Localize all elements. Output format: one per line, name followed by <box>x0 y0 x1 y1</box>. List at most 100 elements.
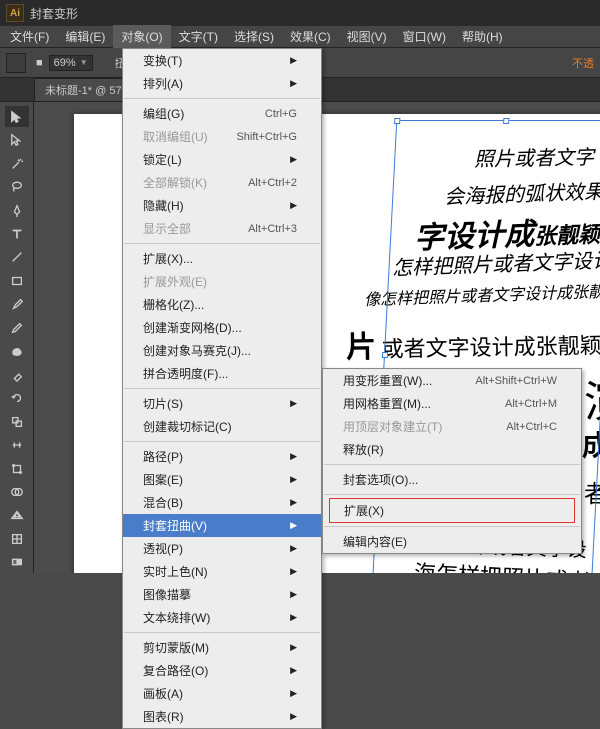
submenu-arrow-icon: ▶ <box>290 711 297 722</box>
object-menu-item[interactable]: 隐藏(H) ▶ <box>123 194 321 217</box>
scale-tool[interactable] <box>5 411 29 432</box>
object-menu-item[interactable]: 创建渐变网格(D)... <box>123 316 321 339</box>
pen-tool[interactable] <box>5 200 29 221</box>
menu-help[interactable]: 帮助(H) <box>454 25 511 48</box>
envelope-menu-item[interactable]: 释放(R) <box>323 438 581 461</box>
object-menu-item[interactable]: 实时上色(N)▶ <box>123 560 321 583</box>
object-menu-item[interactable]: 剪切蒙版(M) ▶ <box>123 636 321 659</box>
object-menu-item[interactable]: 创建对象马赛克(J)... <box>123 339 321 362</box>
object-menu: 变换(T)▶排列(A)▶ 编组(G)Ctrl+G 取消编组(U) Shift+Ctrl… <box>122 48 322 729</box>
tools-panel <box>0 102 34 573</box>
menu-item-label: 实时上色(N) <box>143 563 208 580</box>
grid-icon[interactable] <box>6 53 26 73</box>
submenu-arrow-icon: ▶ <box>290 665 297 676</box>
menu-item-label: 切片(S) <box>143 395 183 412</box>
menu-select[interactable]: 选择(S) <box>226 25 282 48</box>
object-menu-item[interactable]: 图像描摹▶ <box>123 583 321 606</box>
menu-item-label: 编辑内容(E) <box>343 533 407 550</box>
object-menu-item[interactable]: 图案(E) ▶ <box>123 468 321 491</box>
object-menu-item[interactable]: 图表(R)▶ <box>123 705 321 728</box>
zoom-dropdown[interactable]: 69% ▼ <box>49 55 93 71</box>
object-menu-item: 全部解锁(K)Alt+Ctrl+2 <box>123 171 321 194</box>
object-menu-item[interactable]: 锁定(L)▶ <box>123 148 321 171</box>
menu-edit[interactable]: 编辑(E) <box>57 25 113 48</box>
menu-item-label: 栅格化(Z)... <box>143 296 204 313</box>
menu-shortcut: Alt+Ctrl+M <box>505 398 557 410</box>
envelope-menu-item[interactable]: 用变形重置(W)... Alt+Shift+Ctrl+W <box>323 369 581 392</box>
rectangle-tool[interactable] <box>5 270 29 291</box>
menu-item-label: 封套选项(O)... <box>343 471 418 488</box>
submenu-arrow-icon: ▶ <box>290 688 297 699</box>
window-title: 封套变形 <box>30 5 78 22</box>
pencil-tool[interactable] <box>5 317 29 338</box>
menu-item-label: 创建对象马赛克(J)... <box>143 342 251 359</box>
type-tool[interactable] <box>5 223 29 244</box>
menu-shortcut: Shift+Ctrl+G <box>236 131 297 143</box>
object-menu-item[interactable]: 切片(S) ▶ <box>123 392 321 415</box>
envelope-menu-item[interactable]: 封套选项(O)... <box>323 468 581 491</box>
menu-item-label: 图像描摹 <box>143 586 191 603</box>
object-menu-item[interactable]: 混合(B)▶ <box>123 491 321 514</box>
menu-file[interactable]: 文件(F) <box>2 25 57 48</box>
blob-brush-tool[interactable] <box>5 341 29 362</box>
paintbrush-tool[interactable] <box>5 294 29 315</box>
submenu-arrow-icon: ▶ <box>290 200 297 211</box>
object-menu-item[interactable]: 复合路径(O)▶ <box>123 659 321 682</box>
object-menu-item[interactable]: 排列(A)▶ <box>123 72 321 95</box>
title-bar: Ai 封套变形 <box>0 0 600 26</box>
object-menu-item[interactable]: 拼合透明度(F)... <box>123 362 321 385</box>
menu-view[interactable]: 视图(V) <box>339 25 395 48</box>
object-menu-item[interactable]: 透视(P)▶ <box>123 537 321 560</box>
menu-shortcut: Alt+Ctrl+C <box>506 421 557 433</box>
shape-builder-tool[interactable] <box>5 481 29 502</box>
free-transform-tool[interactable] <box>5 458 29 479</box>
object-menu-item[interactable]: 路径(P)▶ <box>123 445 321 468</box>
gradient-tool[interactable] <box>5 552 29 573</box>
eraser-tool[interactable] <box>5 364 29 385</box>
menu-shortcut: Ctrl+G <box>265 108 297 120</box>
submenu-arrow-icon: ▶ <box>290 543 297 554</box>
object-menu-item: 取消编组(U) Shift+Ctrl+G <box>123 125 321 148</box>
menu-shortcut: Alt+Ctrl+3 <box>248 223 297 235</box>
object-menu-item[interactable]: 编组(G)Ctrl+G <box>123 102 321 125</box>
menu-item-label: 取消编组(U) <box>143 128 208 145</box>
mesh-tool[interactable] <box>5 528 29 549</box>
menu-object[interactable]: 对象(O) <box>113 25 170 48</box>
envelope-menu-item[interactable]: 用网格重置(M)...Alt+Ctrl+M <box>323 392 581 415</box>
menu-item-label: 全部解锁(K) <box>143 174 207 191</box>
menu-shortcut: Alt+Shift+Ctrl+W <box>475 375 557 387</box>
object-menu-item[interactable]: 栅格化(Z)... <box>123 293 321 316</box>
object-menu-item[interactable]: 创建裁切标记(C) <box>123 415 321 438</box>
rotate-tool[interactable] <box>5 387 29 408</box>
menu-item-label: 隐藏(H) <box>143 197 184 214</box>
line-tool[interactable] <box>5 247 29 268</box>
object-menu-item[interactable]: 画板(A)▶ <box>123 682 321 705</box>
menu-item-label: 用顶层对象建立(T) <box>343 418 442 435</box>
submenu-arrow-icon: ▶ <box>290 398 297 409</box>
submenu-arrow-icon: ▶ <box>290 78 297 89</box>
doc-tab-label: 未标题-1* @ 57.1 <box>45 85 131 97</box>
object-menu-item[interactable]: 扩展(X)... <box>123 247 321 270</box>
direct-selection-tool[interactable] <box>5 129 29 150</box>
menu-item-label: 用变形重置(W)... <box>343 372 432 389</box>
submenu-arrow-icon: ▶ <box>290 474 297 485</box>
menu-window[interactable]: 窗口(W) <box>395 25 454 48</box>
perspective-grid-tool[interactable] <box>5 505 29 526</box>
selection-tool[interactable] <box>5 106 29 127</box>
object-menu-item[interactable]: 封套扭曲(V)▶ <box>123 514 321 537</box>
magic-wand-tool[interactable] <box>5 153 29 174</box>
menu-item-label: 图案(E) <box>143 471 183 488</box>
object-menu-item: 扩展外观(E) <box>123 270 321 293</box>
menu-item-label: 剪切蒙版(M) <box>143 639 209 656</box>
width-tool[interactable] <box>5 434 29 455</box>
menu-type[interactable]: 文字(T) <box>171 25 226 48</box>
envelope-menu-item[interactable]: 扩展(X) <box>330 499 574 522</box>
object-menu-item[interactable]: 文本绕排(W)▶ <box>123 606 321 629</box>
object-menu-item[interactable]: 变换(T)▶ <box>123 49 321 72</box>
envelope-menu-item[interactable]: 编辑内容(E) <box>323 530 581 553</box>
menu-effect[interactable]: 效果(C) <box>282 25 339 48</box>
submenu-arrow-icon: ▶ <box>290 520 297 531</box>
submenu-arrow-icon: ▶ <box>290 642 297 653</box>
lasso-tool[interactable] <box>5 176 29 197</box>
menu-item-label: 文本绕排(W) <box>143 609 210 626</box>
